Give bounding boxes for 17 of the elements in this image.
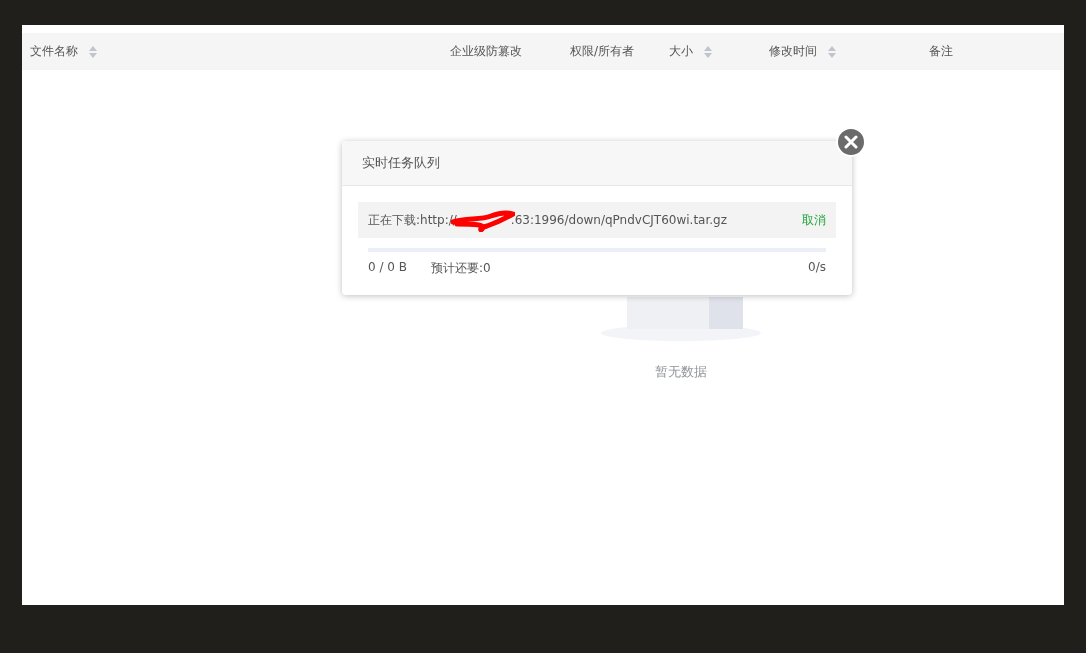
download-url-end: .63:1996/down/qPndvCJT60wi.tar.gz: [510, 213, 727, 227]
cancel-link[interactable]: 取消: [802, 211, 826, 229]
download-url-start: 正在下载:http://: [368, 211, 457, 229]
column-header: 权限/所有者: [570, 43, 635, 60]
download-speed: 0/s: [808, 260, 826, 276]
column-header: 修改时间: [769, 43, 817, 60]
sort-icon[interactable]: [827, 44, 837, 59]
remaining-time: 预计还要:0: [431, 260, 491, 277]
sort-icon[interactable]: [703, 44, 713, 59]
sort-icon[interactable]: [88, 44, 98, 59]
empty-text: 暂无数据: [654, 363, 707, 381]
transferred-size: 0 / 0 B: [368, 260, 407, 276]
dialog-title: 实时任务队列: [362, 154, 440, 172]
column-header: 备注: [929, 43, 953, 60]
column-header: 企业级防篡改: [450, 43, 522, 60]
column-header: 大小: [669, 43, 693, 60]
column-header: 文件名称: [30, 43, 78, 60]
